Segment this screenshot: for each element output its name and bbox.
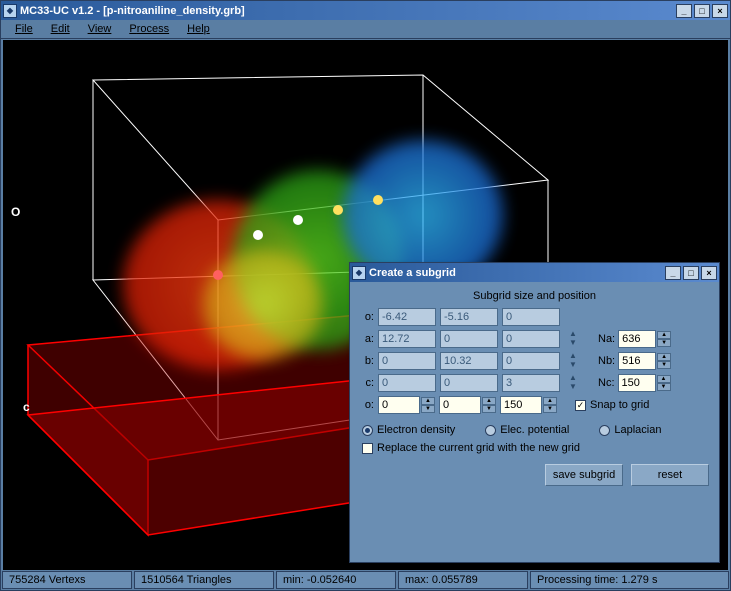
- arrow-down-icon[interactable]: ▼: [566, 339, 580, 348]
- arrow-down-icon[interactable]: ▼: [566, 383, 580, 392]
- atom: [333, 205, 343, 215]
- nc-down[interactable]: ▼: [657, 383, 671, 391]
- status-vertices: 755284 Vertexs: [2, 571, 132, 589]
- nc-up[interactable]: ▲: [657, 375, 671, 383]
- menu-file[interactable]: File: [7, 21, 41, 37]
- atom: [293, 215, 303, 225]
- o-x-input[interactable]: [378, 308, 436, 326]
- menu-help[interactable]: Help: [179, 21, 218, 37]
- b-z-input[interactable]: [502, 352, 560, 370]
- dialog-icon: ◆: [352, 266, 366, 280]
- axis-label-o: O: [11, 205, 20, 219]
- o2-x-input[interactable]: [378, 396, 420, 414]
- isosurface-blob: [203, 250, 323, 360]
- app-icon: ◆: [3, 4, 17, 18]
- replace-label: Replace the current grid with the new gr…: [377, 442, 580, 454]
- status-time: Processing time: 1.279 s: [530, 571, 729, 589]
- save-subgrid-button[interactable]: save subgrid: [545, 464, 623, 486]
- atom: [213, 270, 223, 280]
- section-title: Subgrid size and position: [360, 290, 709, 302]
- o-z-input[interactable]: [502, 308, 560, 326]
- atom: [373, 195, 383, 205]
- a-z-input[interactable]: [502, 330, 560, 348]
- radio-electron-density[interactable]: Electron density: [362, 424, 455, 436]
- nb-up[interactable]: ▲: [657, 353, 671, 361]
- menubar: File Edit View Process Help: [1, 20, 730, 39]
- spin-down[interactable]: ▼: [543, 405, 557, 413]
- spin-down[interactable]: ▼: [421, 405, 435, 413]
- radio-laplacian[interactable]: Laplacian: [599, 424, 661, 436]
- o2-z-input[interactable]: [500, 396, 542, 414]
- c-x-input[interactable]: [378, 374, 436, 392]
- nb-label: Nb:: [598, 355, 615, 367]
- row-o-label: o:: [360, 311, 374, 323]
- b-y-input[interactable]: [440, 352, 498, 370]
- o-y-input[interactable]: [440, 308, 498, 326]
- minimize-button[interactable]: _: [676, 4, 692, 18]
- snap-to-grid-checkbox[interactable]: ✓Snap to grid: [575, 399, 649, 411]
- radio-elec-potential[interactable]: Elec. potential: [485, 424, 569, 436]
- axis-label-c: c: [23, 400, 30, 414]
- dialog-minimize-button[interactable]: _: [665, 266, 681, 280]
- close-button[interactable]: ×: [712, 4, 728, 18]
- status-max: max: 0.055789: [398, 571, 528, 589]
- snap-label: Snap to grid: [590, 399, 649, 411]
- na-up[interactable]: ▲: [657, 331, 671, 339]
- c-z-input[interactable]: [502, 374, 560, 392]
- spin-down[interactable]: ▼: [482, 405, 496, 413]
- spin-up[interactable]: ▲: [421, 397, 435, 405]
- status-triangles: 1510564 Triangles: [134, 571, 274, 589]
- arrow-down-icon[interactable]: ▼: [566, 361, 580, 370]
- row-c-label: c:: [360, 377, 374, 389]
- spin-up[interactable]: ▲: [482, 397, 496, 405]
- c-y-input[interactable]: [440, 374, 498, 392]
- nb-down[interactable]: ▼: [657, 361, 671, 369]
- row-b-label: b:: [360, 355, 374, 367]
- statusbar: 755284 Vertexs 1510564 Triangles min: -0…: [2, 571, 729, 589]
- na-input[interactable]: [618, 330, 656, 348]
- maximize-button[interactable]: □: [694, 4, 710, 18]
- subgrid-dialog[interactable]: ◆ Create a subgrid _ □ × Subgrid size an…: [349, 262, 720, 563]
- row-o2-label: o:: [360, 399, 374, 411]
- menu-view[interactable]: View: [80, 21, 120, 37]
- nc-input[interactable]: [618, 374, 656, 392]
- atom: [253, 230, 263, 240]
- main-titlebar[interactable]: ◆ MC33-UC v1.2 - [p-nitroaniline_density…: [1, 1, 730, 20]
- window-title: MC33-UC v1.2 - [p-nitroaniline_density.g…: [20, 5, 676, 17]
- a-x-input[interactable]: [378, 330, 436, 348]
- dialog-close-button[interactable]: ×: [701, 266, 717, 280]
- reset-button[interactable]: reset: [631, 464, 709, 486]
- a-y-input[interactable]: [440, 330, 498, 348]
- dialog-maximize-button[interactable]: □: [683, 266, 699, 280]
- menu-process[interactable]: Process: [121, 21, 177, 37]
- menu-edit[interactable]: Edit: [43, 21, 78, 37]
- dialog-titlebar[interactable]: ◆ Create a subgrid _ □ ×: [350, 263, 719, 282]
- replace-grid-checkbox[interactable]: Replace the current grid with the new gr…: [362, 442, 709, 454]
- b-x-input[interactable]: [378, 352, 436, 370]
- nc-label: Nc:: [598, 377, 615, 389]
- status-min: min: -0.052640: [276, 571, 396, 589]
- nb-input[interactable]: [618, 352, 656, 370]
- na-label: Na:: [598, 333, 615, 345]
- row-a-label: a:: [360, 333, 374, 345]
- dialog-title: Create a subgrid: [369, 267, 665, 279]
- o2-y-input[interactable]: [439, 396, 481, 414]
- spin-up[interactable]: ▲: [543, 397, 557, 405]
- na-down[interactable]: ▼: [657, 339, 671, 347]
